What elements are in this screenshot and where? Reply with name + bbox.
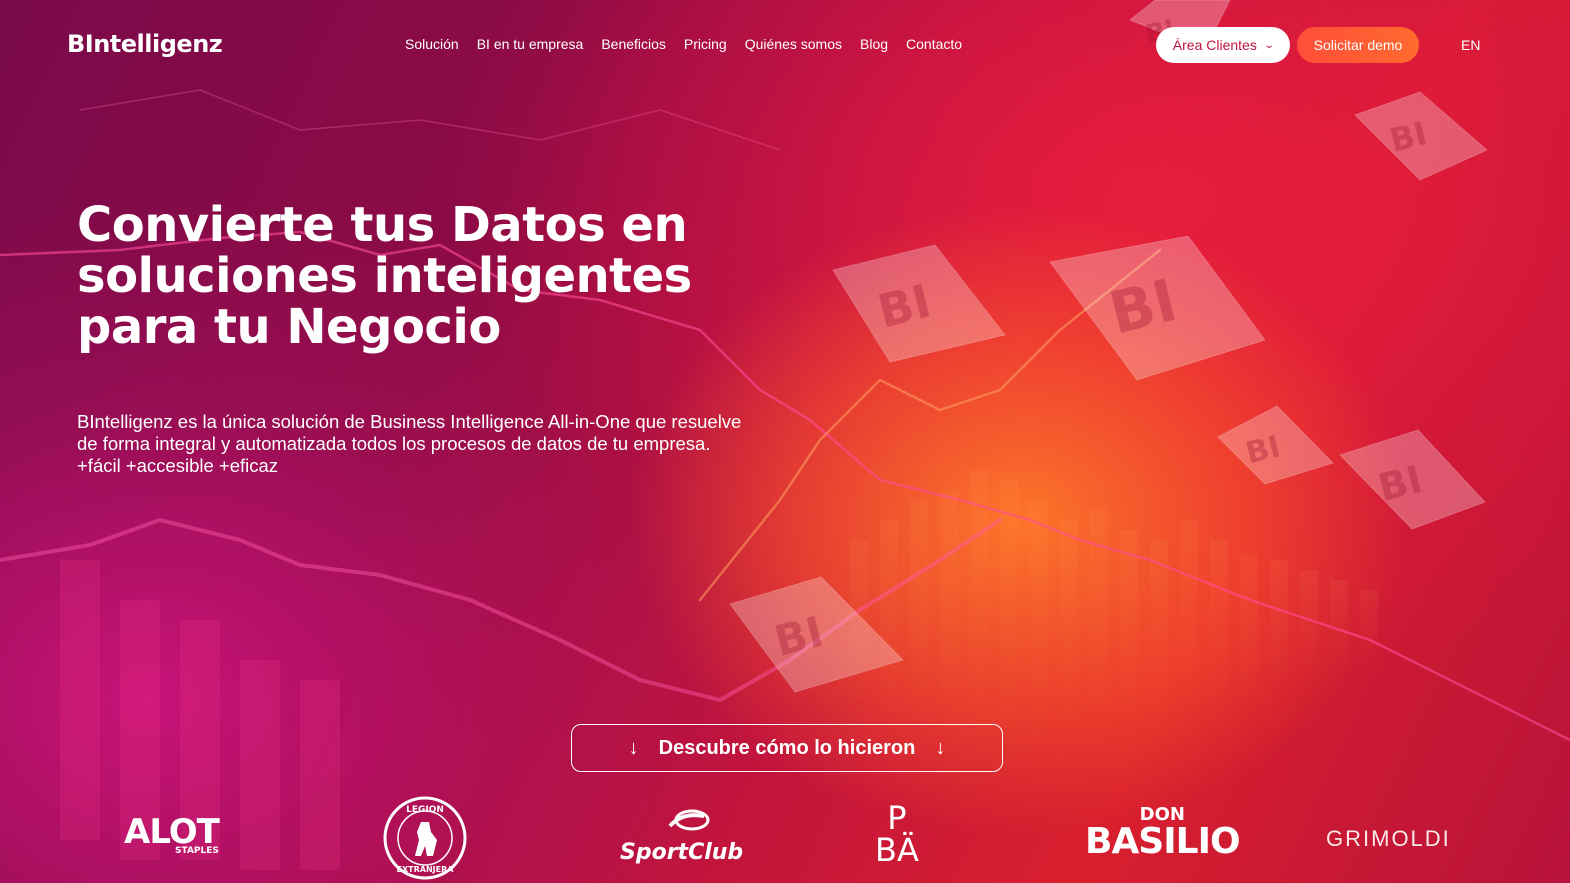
nav-link-beneficios[interactable]: Beneficios <box>601 36 666 52</box>
nav-link-contacto[interactable]: Contacto <box>906 36 962 52</box>
cta-label: Descubre cómo lo hicieron <box>658 736 916 759</box>
sportclub-cyclist-icon <box>668 809 710 831</box>
chevron-down-icon: ⌄ <box>1263 39 1275 51</box>
main-menu: Solución BI en tu empresa Beneficios Pri… <box>405 36 962 52</box>
nav-link-bi-empresa[interactable]: BI en tu empresa <box>477 36 584 52</box>
nav-link-pricing[interactable]: Pricing <box>684 36 727 52</box>
client-area-button[interactable]: Área Clientes ⌄ <box>1156 27 1290 63</box>
discover-cases-button[interactable]: ↓ Descubre cómo lo hicieron ↓ <box>571 724 1003 772</box>
headline-line-3: para tu Negocio <box>77 299 501 355</box>
client-logo-pba: P BÄ <box>875 802 919 866</box>
hero-headline: Convierte tus Datos en soluciones inteli… <box>77 200 797 353</box>
legion-top-text: LEGION <box>406 805 444 815</box>
pba-line-2: BÄ <box>875 831 919 869</box>
client-logos: ALOT STAPLES LEGION EXTRANJERA SportClub… <box>0 790 1570 883</box>
headline-line-2: soluciones inteligentes <box>77 248 692 304</box>
request-demo-button[interactable]: Solicitar demo <box>1297 27 1419 63</box>
nav-link-quienes-somos[interactable]: Quiénes somos <box>745 36 842 52</box>
nav-link-solucion[interactable]: Solución <box>405 36 459 52</box>
client-area-label: Área Clientes <box>1172 37 1257 53</box>
arrow-down-icon: ↓ <box>628 736 639 759</box>
language-switch[interactable]: EN <box>1461 37 1480 53</box>
hero-description: BIntelligenz es la única solución de Bus… <box>77 411 742 476</box>
client-logo-sportclub: SportClub <box>620 808 743 865</box>
brand-logo[interactable]: BIntelligenz <box>67 30 223 58</box>
client-logo-don-basilio: DON BASILIO <box>1085 806 1241 862</box>
legion-bottom-text: EXTRANJERA <box>397 865 455 874</box>
pba-line-1: P <box>887 799 907 837</box>
client-logo-alot: ALOT STAPLES <box>124 812 220 856</box>
client-logo-legion-extranjera: LEGION EXTRANJERA <box>383 796 467 880</box>
nav-link-blog[interactable]: Blog <box>860 36 888 52</box>
arrow-down-icon: ↓ <box>935 736 946 759</box>
headline-line-1: Convierte tus Datos en <box>77 197 688 253</box>
basilio-wordmark: BASILIO <box>1085 821 1241 862</box>
sportclub-wordmark: SportClub <box>620 840 744 865</box>
client-logo-grimoldi: GRIMOLDI <box>1326 826 1451 851</box>
top-navigation: BIntelligenz Solución BI en tu empresa B… <box>0 0 1570 88</box>
